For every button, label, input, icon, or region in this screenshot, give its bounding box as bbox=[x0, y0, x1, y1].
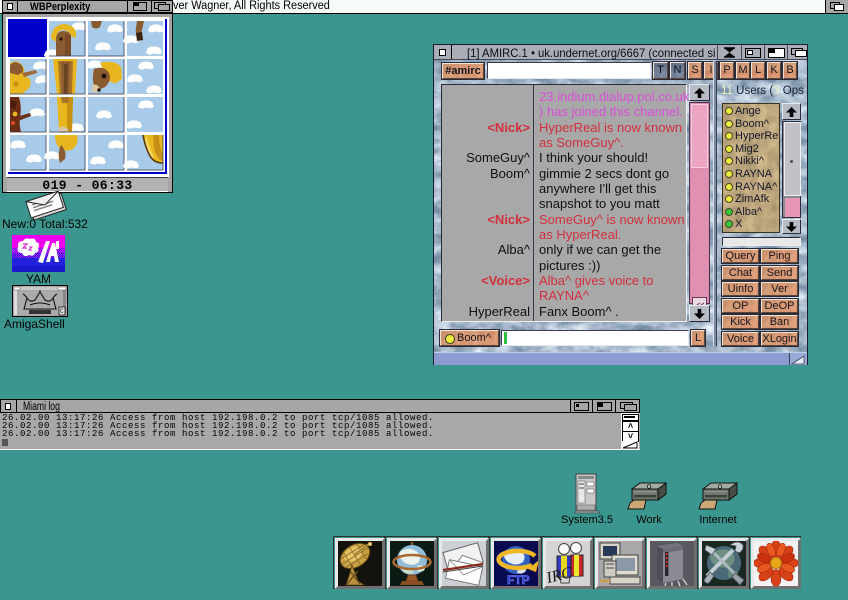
svg-text:FTP: FTP bbox=[507, 573, 530, 586]
svg-text:C: C bbox=[60, 308, 64, 315]
svg-text:IRC: IRC bbox=[546, 564, 574, 586]
